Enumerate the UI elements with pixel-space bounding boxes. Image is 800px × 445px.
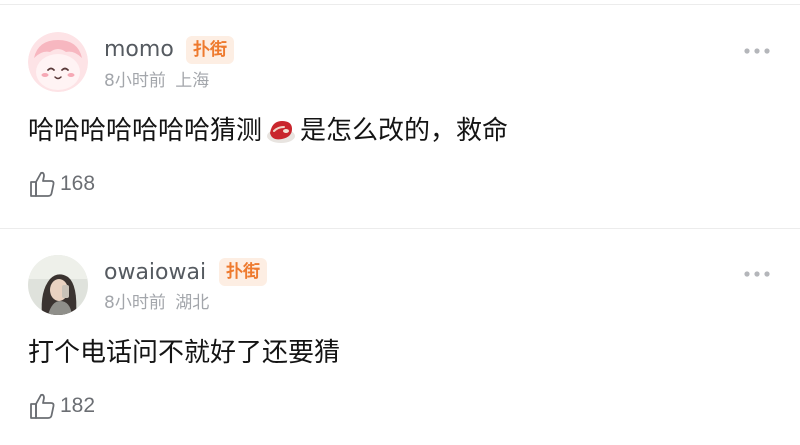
more-dots-icon[interactable] xyxy=(743,42,771,54)
comment-time: 8小时前 xyxy=(104,71,166,91)
user-badge: 扑街 xyxy=(219,258,267,286)
avatar[interactable] xyxy=(28,32,88,92)
comment-text-before: 哈哈哈哈哈哈哈猜测 xyxy=(28,116,263,146)
comment-text-after: 是怎么改的，救命 xyxy=(300,116,509,146)
username[interactable]: owaiowai xyxy=(104,260,206,286)
comment-text: 打个电话问不就好了还要猜 xyxy=(28,335,340,371)
comment-time: 8小时前 xyxy=(104,293,166,313)
comment-meta: 8小时前 上海 xyxy=(104,70,209,92)
avatar[interactable] xyxy=(28,255,88,315)
more-dots-icon[interactable] xyxy=(743,265,771,277)
like-count: 182 xyxy=(60,394,96,417)
comment-text: 哈哈哈哈哈哈哈猜测 是怎么改的，救命 xyxy=(28,113,508,149)
avatar-image xyxy=(28,32,88,92)
comment-meta: 8小时前 湖北 xyxy=(104,292,209,314)
thumbs-up-icon xyxy=(30,393,55,419)
avatar-image xyxy=(28,255,88,315)
thumbs-up-icon xyxy=(30,171,55,197)
like-button[interactable]: 182 xyxy=(28,390,95,422)
user-badge: 扑街 xyxy=(186,36,234,64)
username[interactable]: momo xyxy=(104,37,174,63)
top-divider xyxy=(0,4,800,5)
like-button[interactable]: 168 xyxy=(28,168,95,200)
like-count: 168 xyxy=(60,172,96,195)
comment-divider xyxy=(0,228,800,229)
comment-location: 湖北 xyxy=(175,293,210,313)
comment-text-body: 打个电话问不就好了还要猜 xyxy=(28,338,341,368)
steak-emoji-icon xyxy=(264,115,298,147)
comment-location: 上海 xyxy=(175,71,210,91)
